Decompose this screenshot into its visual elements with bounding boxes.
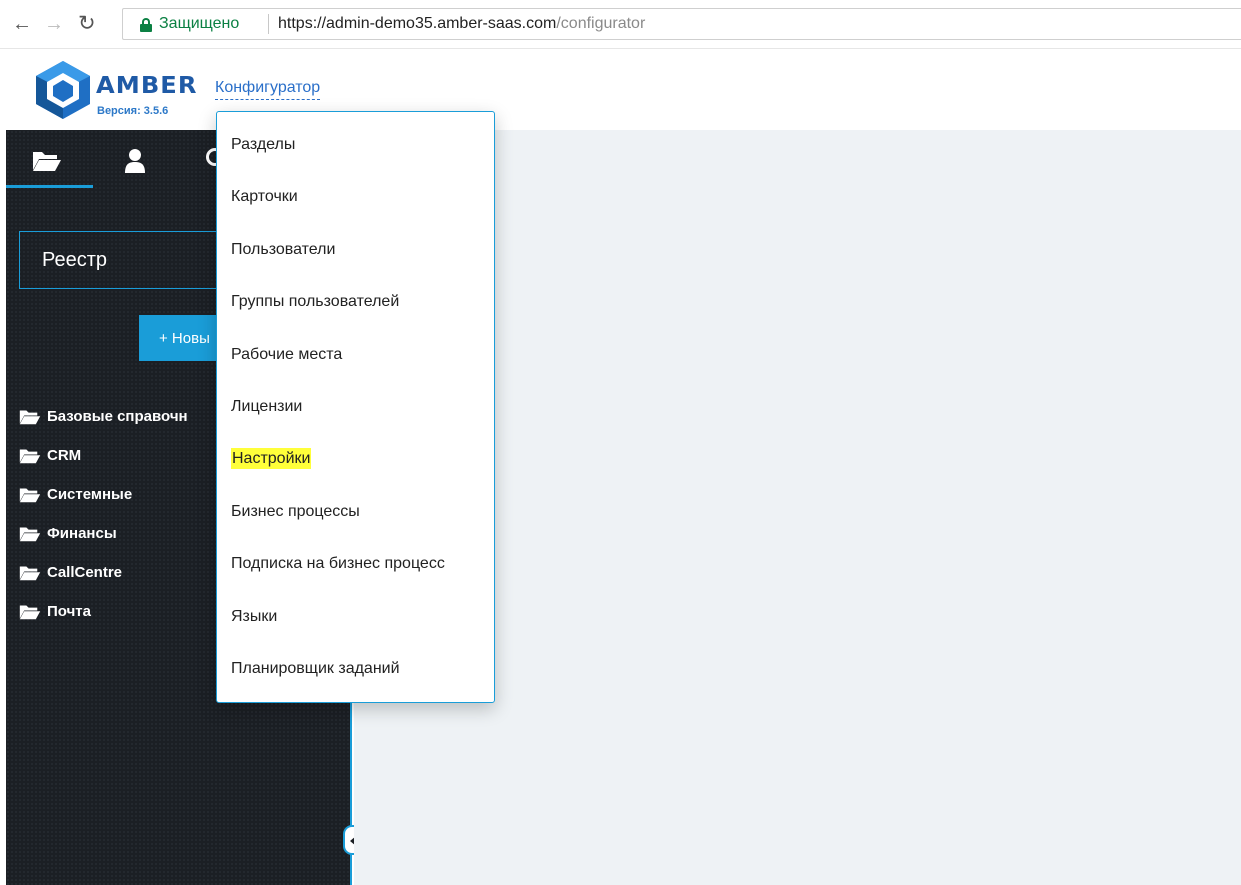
section-tree: Базовые справочн CRM Системные Финансы CallC… [19,397,188,631]
tab-folders[interactable] [6,140,93,188]
menu-item[interactable]: Бизнес процессы [217,486,494,538]
tree-item[interactable]: CRM [19,436,188,475]
tree-item[interactable]: Почта [19,592,188,631]
menu-item-label: Планировщик заданий [231,659,400,677]
menu-item[interactable]: Языки [217,591,494,643]
reload-icon[interactable]: ↻ [78,12,96,36]
tree-item[interactable]: Базовые справочн [19,397,188,436]
logo-text: AMBER [96,73,198,99]
folder-icon [19,448,41,463]
tree-item-label: Почта [47,603,91,620]
menu-item-label: Языки [231,607,278,625]
configurator-menu-link[interactable]: Конфигуратор [215,79,321,100]
browser-toolbar: ← → ↻ Защищено https://admin-demo35.ambe… [0,0,1241,48]
folder-icon [19,409,41,424]
tab-settings[interactable] [176,140,224,188]
tree-item[interactable]: Финансы [19,514,188,553]
folder-icon [19,604,41,619]
folder-icon [19,565,41,580]
user-icon [125,149,145,173]
menu-item[interactable]: Группы пользователей [217,276,494,328]
forward-arrow-icon[interactable]: → [44,12,64,36]
tree-item-label: Финансы [47,525,117,542]
secure-label: Защищено [159,15,240,32]
menu-item-label: Разделы [231,136,296,153]
menu-item-label: Настройки [231,448,312,470]
app-header: AMBER Версия: 3.5.6 Конфигуратор [0,48,1241,130]
url-separator [268,14,269,34]
address-bar[interactable]: Защищено https://admin-demo35.amber-saas… [122,8,1241,40]
menu-item[interactable]: Рабочие места [217,329,494,381]
amber-logo-icon [36,61,90,119]
back-arrow-icon[interactable]: ← [12,12,32,36]
tab-users[interactable] [104,140,164,188]
lock-icon [140,18,152,32]
url-path: /configurator [556,15,646,32]
menu-item[interactable]: Планировщик заданий [217,643,494,695]
tree-item-label: Базовые справочн [47,408,188,425]
url-host: https://admin-demo35.amber-saas.com [278,15,557,32]
menu-item-label: Бизнес процессы [231,502,360,520]
folder-open-icon [33,152,61,171]
menu-item[interactable]: Пользователи [217,224,494,276]
menu-item-label: Карточки [231,188,298,206]
menu-item-label: Лицензии [231,397,303,415]
configurator-dropdown: Разделы Карточки Пользователи Группы пользо… [216,111,495,703]
menu-item[interactable]: Настройки [217,433,494,485]
url-text: https://admin-demo35.amber-saas.com/conf… [278,15,645,33]
menu-item[interactable]: Лицензии [217,381,494,433]
tree-item[interactable]: Системные [19,475,188,514]
folder-icon [19,526,41,541]
tree-item-label: Системные [47,486,133,503]
menu-item-label: Группы пользователей [231,293,400,311]
tree-item-label: CallCentre [47,564,123,581]
tree-item[interactable]: CallCentre [19,553,188,592]
menu-item[interactable]: Карточки [217,171,494,223]
menu-item-label: Рабочие места [231,345,343,363]
dropdown-menu-list: Разделы Карточки Пользователи Группы пользо… [217,119,494,695]
menu-item-label: Подписка на бизнес процесс [231,555,445,573]
menu-item[interactable]: Подписка на бизнес процесс [217,538,494,590]
menu-item[interactable]: Разделы [217,119,494,171]
tree-item-label: CRM [47,447,82,464]
folder-icon [19,487,41,502]
version-label: Версия: 3.5.6 [97,105,169,117]
menu-item-label: Пользователи [231,240,336,258]
